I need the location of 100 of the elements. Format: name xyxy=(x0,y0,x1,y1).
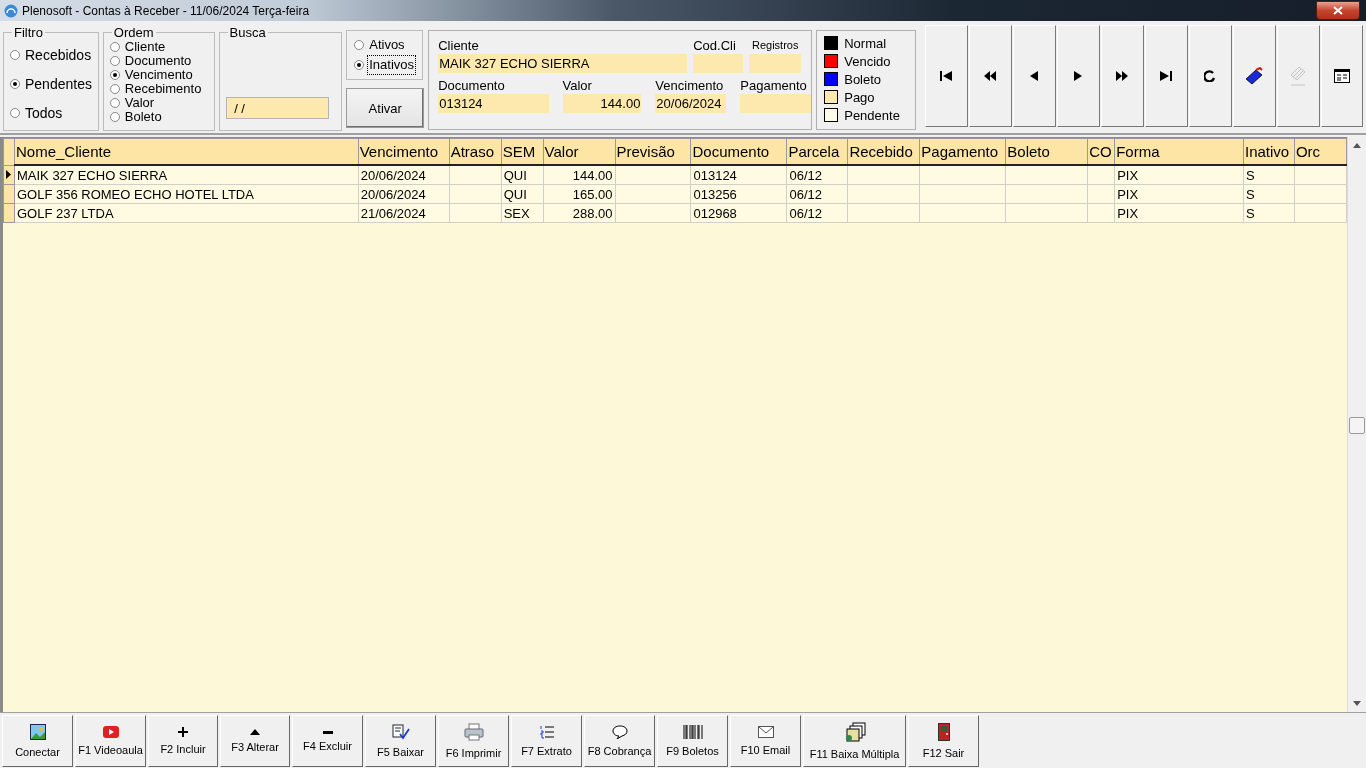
column-header[interactable]: Forma xyxy=(1114,138,1244,165)
radio-button[interactable] xyxy=(10,79,20,89)
toolbar-button[interactable]: F5 Baixar xyxy=(365,715,436,767)
column-header[interactable]: Nome_Cliente xyxy=(14,138,359,165)
radio-label: Recebidos xyxy=(24,45,93,64)
field-label: Pagamento xyxy=(740,77,808,94)
plus-icon xyxy=(178,727,188,737)
column-header[interactable]: Recebido xyxy=(847,138,920,165)
toolbar-button[interactable]: F9 Boletos xyxy=(657,715,728,767)
column-header[interactable]: CO xyxy=(1087,138,1115,165)
radio-label: Boleto xyxy=(123,110,163,124)
radio-button[interactable] xyxy=(109,70,120,80)
column-header[interactable]: Boleto xyxy=(1005,138,1088,165)
radio-button[interactable] xyxy=(109,98,120,108)
field-label: Registros xyxy=(751,38,800,53)
document-check-icon xyxy=(391,724,410,740)
field-label: Documento xyxy=(438,77,506,94)
numbered-list-icon xyxy=(539,725,554,739)
field-value: 144.00 xyxy=(562,94,642,113)
scroll-down-icon xyxy=(1353,701,1361,706)
row-indicator[interactable] xyxy=(3,165,15,185)
scroll-up-icon xyxy=(1353,143,1361,148)
navigator-button[interactable] xyxy=(1189,25,1232,127)
radio-label: Vencimento xyxy=(123,68,194,82)
column-header[interactable]: Documento xyxy=(690,138,787,165)
toolbar-button[interactable]: F2 Incluir xyxy=(148,715,218,767)
app-logo-icon xyxy=(4,3,18,18)
toolbar-button[interactable]: F3 Alterar xyxy=(220,715,290,767)
up-triangle-icon xyxy=(250,729,260,735)
navigator-button[interactable] xyxy=(1101,25,1144,127)
radio-button[interactable] xyxy=(109,112,120,122)
speech-bubble-icon xyxy=(611,725,628,739)
toolbar-button[interactable]: F1 Videoaula xyxy=(75,715,146,767)
toolbar-button[interactable]: F4 Excluir xyxy=(292,715,363,767)
column-header[interactable]: Inativo xyxy=(1243,138,1295,165)
navigator-button[interactable] xyxy=(1057,25,1100,127)
navigator-button[interactable] xyxy=(969,25,1012,127)
column-header[interactable]: Pagamento xyxy=(919,138,1006,165)
column-header[interactable]: Atraso xyxy=(449,138,502,165)
group-title: Busca xyxy=(228,25,267,40)
toolbar-button[interactable]: Conectar xyxy=(2,715,73,767)
radio-button[interactable] xyxy=(109,56,120,66)
navigator-button[interactable] xyxy=(1321,25,1363,127)
video-play-icon xyxy=(102,726,119,738)
legend-label: Boleto xyxy=(844,71,882,87)
toolbar-button[interactable]: F8 Cobrança xyxy=(584,715,655,767)
radio-button[interactable] xyxy=(354,40,365,50)
barcode-icon xyxy=(682,725,703,739)
column-header[interactable]: Orc xyxy=(1294,138,1347,165)
radio-label: Ativos xyxy=(368,36,406,54)
grid-corner xyxy=(3,138,15,165)
field-label: Cliente xyxy=(438,37,480,54)
radio-button[interactable] xyxy=(10,108,20,119)
group-title: Filtro xyxy=(13,25,44,40)
column-header[interactable]: Valor xyxy=(543,138,615,165)
radio-label: Pendentes xyxy=(24,75,93,93)
group-title: Ordem xyxy=(112,25,155,40)
radio-label: Valor xyxy=(123,96,156,110)
radio-label: Recebimento xyxy=(123,82,203,96)
field-value xyxy=(693,54,744,73)
stacked-documents-icon xyxy=(843,722,866,742)
envelope-icon xyxy=(757,726,774,738)
radio-button[interactable] xyxy=(10,49,20,60)
picture-icon xyxy=(29,724,46,740)
scrollbar-thumb[interactable] xyxy=(1349,417,1365,434)
field-label: Valor xyxy=(562,77,593,94)
activate-button[interactable]: Ativar xyxy=(346,88,425,128)
column-header[interactable]: Previsão xyxy=(615,138,691,165)
column-header[interactable]: Parcela xyxy=(786,138,848,165)
radio-button[interactable] xyxy=(354,60,365,70)
navigator-button[interactable] xyxy=(1013,25,1056,127)
navigator-button[interactable] xyxy=(1233,25,1276,127)
legend-label: Pendente xyxy=(844,107,900,123)
toolbar-button[interactable]: F12 Sair xyxy=(908,715,979,767)
navigator-button[interactable] xyxy=(1145,25,1188,127)
legend-label: Pago xyxy=(844,89,875,105)
field-value xyxy=(749,54,802,73)
column-header[interactable]: Vencimento xyxy=(358,138,450,165)
legend-label: Vencido xyxy=(844,53,891,69)
field-value: 20/06/2024 xyxy=(655,94,727,113)
search-field[interactable]: / / xyxy=(225,97,329,119)
radio-label: Documento xyxy=(123,54,193,68)
toolbar-button[interactable]: F10 Email xyxy=(730,715,801,767)
navigator-button[interactable] xyxy=(925,25,968,127)
field-value xyxy=(740,94,812,113)
printer-icon xyxy=(463,723,484,741)
field-label: Vencimento xyxy=(655,77,725,94)
field-value: 013124 xyxy=(438,94,549,113)
radio-label: Todos xyxy=(24,104,64,123)
column-header[interactable]: SEM xyxy=(501,138,544,165)
toolbar-button[interactable]: F6 Imprimir xyxy=(438,715,509,767)
window-title: Plenosoft - Contas à Receber - 11/06/2024 Terça-feira xyxy=(22,3,310,18)
legend-label: Normal xyxy=(844,35,887,51)
vertical-scrollbar[interactable] xyxy=(1347,137,1366,712)
radio-button[interactable] xyxy=(109,42,120,52)
toolbar-button[interactable]: F7 Extrato xyxy=(511,715,582,767)
door-icon xyxy=(937,723,950,741)
radio-button[interactable] xyxy=(109,84,120,94)
close-button[interactable] xyxy=(1316,1,1360,20)
toolbar-button[interactable]: F11 Baixa Múltipla xyxy=(803,715,906,767)
